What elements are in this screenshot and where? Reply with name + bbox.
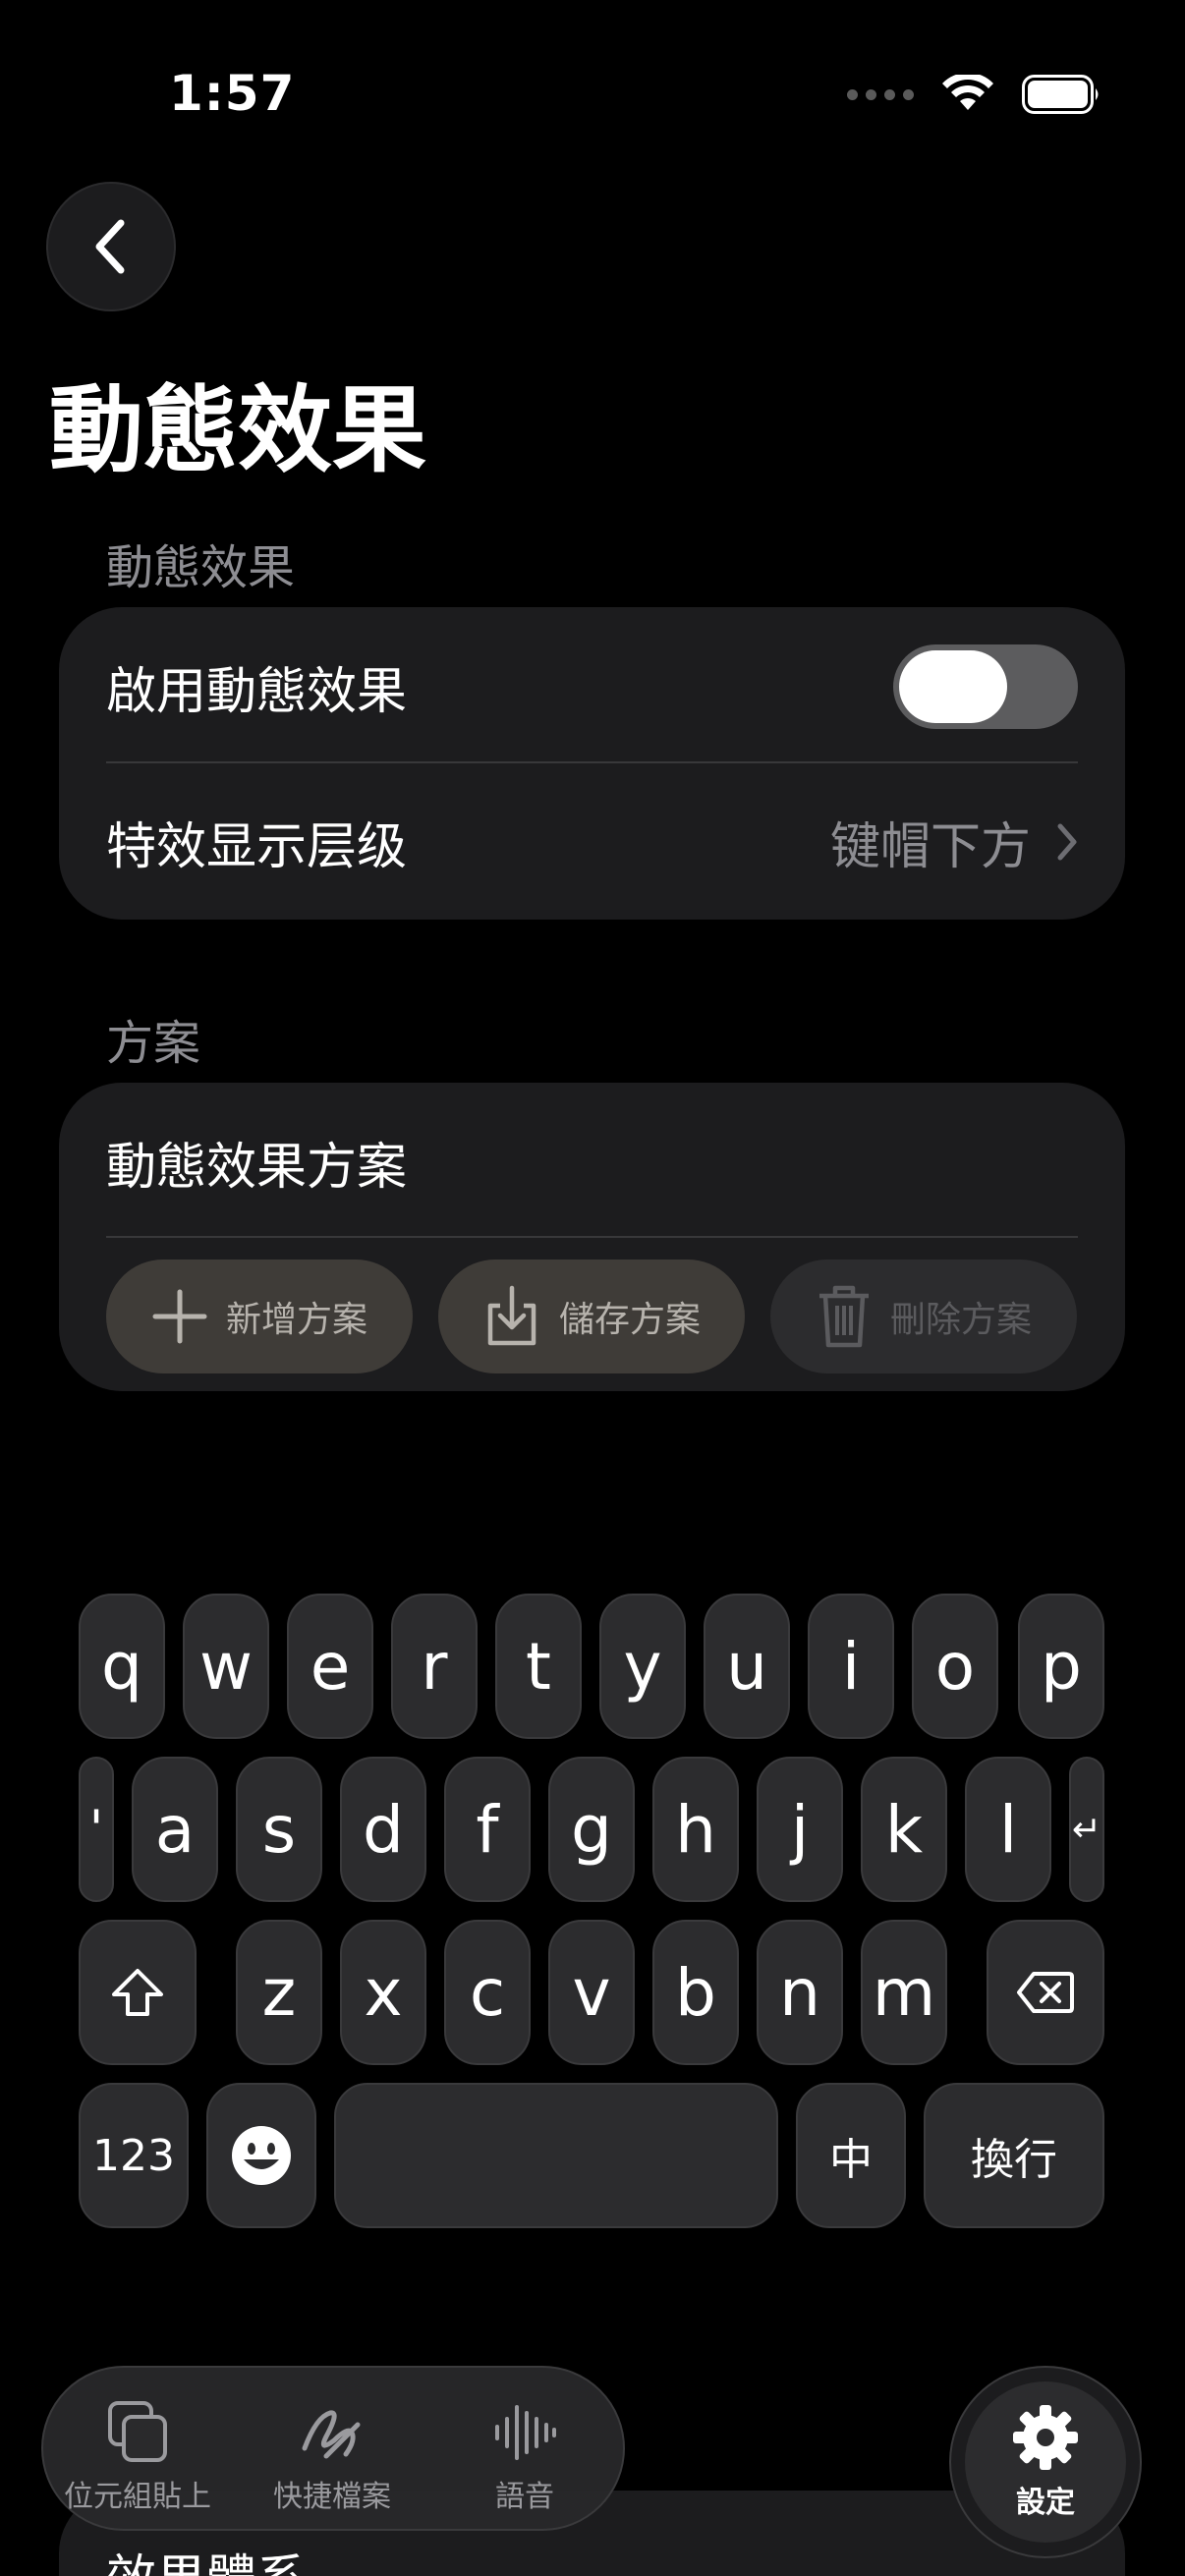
keyboard: q w e r t y u i o p ' a s d f g h j k l … (0, 1572, 1185, 2260)
page-title: 動態效果 (49, 375, 426, 485)
scheme-name-row[interactable]: 動態效果方案 (106, 1118, 1078, 1206)
key-b[interactable]: b (652, 1920, 739, 2065)
divider (106, 1236, 1078, 1238)
key-a[interactable]: a (132, 1757, 218, 1902)
status-icons (847, 75, 1102, 114)
key-apostrophe[interactable]: ' (79, 1757, 114, 1902)
numbers-key[interactable]: 123 (79, 2083, 189, 2228)
key-w[interactable]: w (183, 1594, 269, 1739)
emoji-key[interactable] (206, 2083, 316, 2228)
effect-system-label: 效果體系 (106, 2538, 307, 2576)
tab-label: 快捷檔案 (273, 2480, 391, 2514)
key-f[interactable]: f (444, 1757, 531, 1902)
key-k[interactable]: k (861, 1757, 947, 1902)
key-x[interactable]: x (340, 1920, 426, 2065)
section-header-motion: 動態效果 (106, 540, 296, 595)
tab-label: 位元組貼上 (64, 2480, 211, 2514)
scribble-icon (302, 2410, 361, 2459)
save-scheme-label: 儲存方案 (558, 1300, 701, 1340)
key-o[interactable]: o (912, 1594, 998, 1739)
key-e[interactable]: e (287, 1594, 373, 1739)
enable-motion-toggle[interactable] (893, 644, 1078, 729)
tab-quick-files[interactable]: 快捷檔案 (244, 2397, 421, 2515)
key-c[interactable]: c (444, 1920, 531, 2065)
tab-byte-paste[interactable]: 位元組貼上 (49, 2397, 226, 2515)
effect-layer-value-wrap: 键帽下方 (830, 806, 1078, 878)
key-j[interactable]: j (757, 1757, 843, 1902)
key-i[interactable]: i (808, 1594, 894, 1739)
key-p[interactable]: p (1018, 1594, 1104, 1739)
key-n[interactable]: n (757, 1920, 843, 2065)
enable-motion-label: 啟用動態效果 (106, 663, 408, 721)
delete-scheme-button[interactable]: 刪除方案 (770, 1260, 1077, 1373)
delete-scheme-label: 刪除方案 (889, 1300, 1032, 1340)
key-v[interactable]: v (548, 1920, 635, 2065)
settings-button[interactable]: 設定 (965, 2381, 1126, 2543)
waveform-icon (495, 2405, 556, 2460)
effect-layer-label: 特效显示层级 (106, 818, 408, 876)
settings-label: 設定 (1016, 2486, 1075, 2520)
gear-icon (1013, 2405, 1078, 2470)
tab-bar: 位元組貼上 快捷檔案 語音 (41, 2366, 625, 2531)
effect-layer-row[interactable]: 特效显示层级 键帽下方 (106, 798, 1078, 886)
key-return-small[interactable]: ↵ (1069, 1757, 1104, 1902)
add-scheme-button[interactable]: 新增方案 (106, 1260, 413, 1373)
enable-motion-row: 啟用動態效果 (106, 643, 1078, 731)
key-s[interactable]: s (236, 1757, 322, 1902)
status-time: 1:57 (169, 65, 296, 122)
status-bar: 1:57 (0, 0, 1185, 196)
settings-button-ring: 設定 (949, 2366, 1142, 2558)
key-q[interactable]: q (79, 1594, 165, 1739)
language-key[interactable]: 中 (796, 2083, 906, 2228)
tab-voice[interactable]: 語音 (436, 2397, 613, 2515)
battery-icon (1022, 75, 1099, 114)
section-header-scheme: 方案 (106, 1016, 201, 1071)
emoji-icon (232, 2126, 291, 2185)
save-scheme-button[interactable]: 儲存方案 (438, 1260, 745, 1373)
motion-card: 啟用動態效果 特效显示层级 键帽下方 (59, 607, 1125, 920)
plus-icon (152, 1289, 207, 1344)
scheme-name: 動態效果方案 (106, 1139, 408, 1197)
chevron-right-icon (1057, 823, 1077, 861)
space-bar[interactable] (334, 2083, 778, 2228)
divider (106, 761, 1078, 763)
chevron-left-icon (95, 219, 125, 274)
key-l[interactable]: l (965, 1757, 1051, 1902)
shift-key[interactable] (79, 1920, 197, 2065)
toggle-knob (899, 650, 1007, 723)
key-d[interactable]: d (340, 1757, 426, 1902)
key-z[interactable]: z (236, 1920, 322, 2065)
add-scheme-label: 新增方案 (225, 1300, 367, 1340)
download-icon (487, 1285, 536, 1346)
delete-key[interactable] (987, 1920, 1104, 2065)
effect-layer-value: 键帽下方 (829, 818, 1031, 876)
backspace-icon (1017, 1972, 1074, 2013)
return-key[interactable]: 換行 (924, 2083, 1104, 2228)
paste-icon (108, 2401, 167, 2462)
wifi-icon (942, 75, 993, 110)
key-m[interactable]: m (861, 1920, 947, 2065)
key-g[interactable]: g (548, 1757, 635, 1902)
shift-icon (112, 1969, 163, 2016)
key-y[interactable]: y (599, 1594, 686, 1739)
key-r[interactable]: r (391, 1594, 478, 1739)
key-h[interactable]: h (652, 1757, 739, 1902)
trash-icon (818, 1285, 869, 1348)
back-button[interactable] (46, 182, 176, 311)
key-u[interactable]: u (704, 1594, 790, 1739)
key-t[interactable]: t (495, 1594, 582, 1739)
tab-label: 語音 (495, 2480, 554, 2514)
cellular-signal-icon (847, 88, 914, 100)
